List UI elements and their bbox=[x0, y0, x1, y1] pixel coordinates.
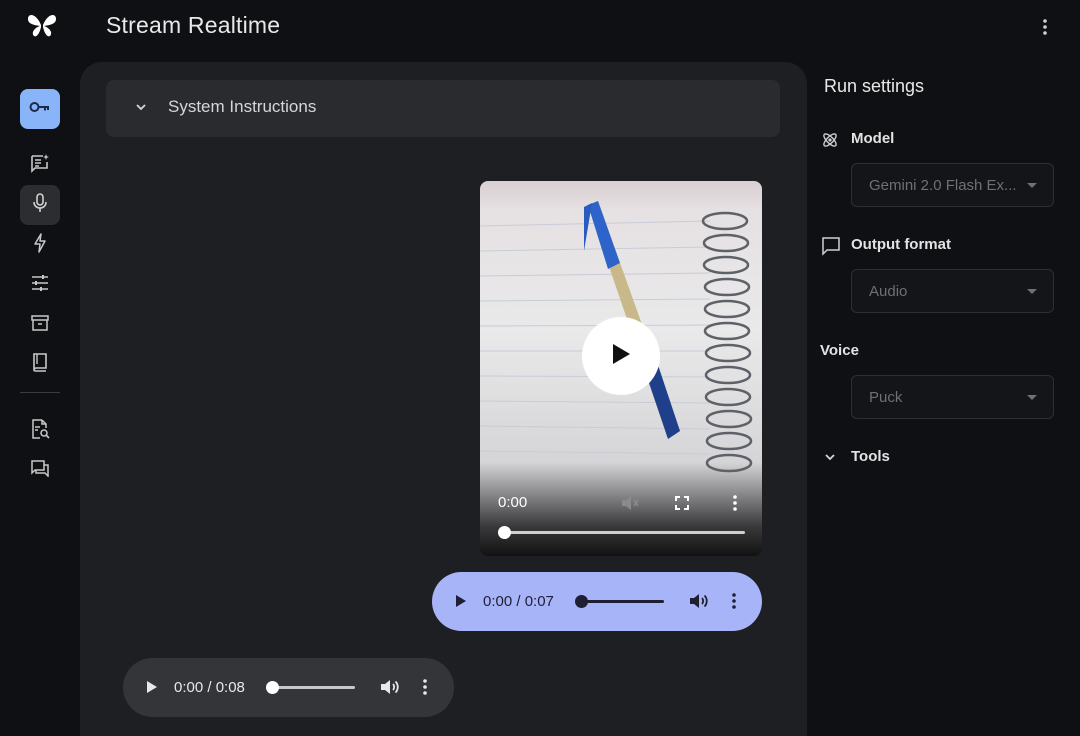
top-bar: Stream Realtime bbox=[0, 0, 1080, 56]
sidebar-item-api-key[interactable] bbox=[20, 89, 60, 129]
chevron-down-icon[interactable] bbox=[823, 450, 837, 469]
system-instructions-label: System Instructions bbox=[168, 97, 317, 116]
video-seek-bar[interactable] bbox=[502, 531, 745, 534]
bolt-icon bbox=[33, 232, 47, 258]
volume-muted-icon[interactable] bbox=[620, 494, 640, 517]
more-vert-icon[interactable] bbox=[1034, 16, 1056, 38]
model-atom-icon bbox=[821, 131, 839, 154]
output-format-select-value: Audio bbox=[869, 283, 908, 300]
sidebar-item-doc-search[interactable] bbox=[20, 411, 60, 451]
voice-select[interactable]: Puck bbox=[851, 375, 1054, 419]
model-audio-seek-knob[interactable] bbox=[266, 681, 279, 694]
sidebar-item-docs[interactable] bbox=[20, 344, 60, 384]
run-settings-title: Run settings bbox=[824, 76, 925, 96]
forum-icon bbox=[30, 459, 50, 482]
video-time: 0:00 bbox=[498, 494, 528, 511]
volume-icon[interactable] bbox=[688, 591, 710, 616]
model-select-value: Gemini 2.0 Flash Ex... bbox=[869, 177, 1017, 194]
user-audio-seek-knob[interactable] bbox=[575, 595, 588, 608]
model-select[interactable]: Gemini 2.0 Flash Ex... bbox=[851, 163, 1054, 207]
book-icon bbox=[32, 352, 48, 377]
play-icon[interactable] bbox=[145, 679, 159, 700]
video-player[interactable]: 0:00 bbox=[480, 181, 762, 556]
left-sidebar bbox=[0, 60, 80, 736]
chat-panel: System Instructions 0:00 0:00 / 0:07 0:0… bbox=[80, 62, 807, 736]
tune-icon bbox=[30, 274, 50, 297]
dropdown-arrow-icon bbox=[1027, 289, 1037, 294]
sidebar-item-forum[interactable] bbox=[20, 450, 60, 490]
archive-icon bbox=[31, 314, 49, 336]
model-audio-time: 0:00 / 0:08 bbox=[174, 679, 245, 696]
chat-bubble-icon bbox=[821, 236, 841, 261]
mic-icon bbox=[32, 192, 48, 218]
video-more-icon[interactable] bbox=[730, 494, 740, 517]
run-settings-panel: Run settings Model Gemini 2.0 Flash Ex..… bbox=[807, 62, 1080, 736]
chevron-down-icon bbox=[134, 100, 148, 119]
voice-select-value: Puck bbox=[869, 389, 903, 406]
user-audio-time: 0:00 / 0:07 bbox=[483, 593, 554, 610]
model-audio-seek-bar[interactable] bbox=[271, 686, 355, 689]
app-title: Stream Realtime bbox=[106, 12, 281, 38]
model-audio-player[interactable]: 0:00 / 0:08 bbox=[123, 658, 454, 717]
system-instructions-panel[interactable]: System Instructions bbox=[106, 80, 780, 137]
output-format-label: Output format bbox=[851, 236, 951, 253]
butterfly-logo-icon[interactable] bbox=[26, 11, 58, 39]
dropdown-arrow-icon bbox=[1027, 395, 1037, 400]
video-play-button[interactable] bbox=[582, 317, 660, 395]
user-audio-player[interactable]: 0:00 / 0:07 bbox=[432, 572, 762, 631]
more-vert-icon[interactable] bbox=[420, 677, 430, 702]
volume-icon[interactable] bbox=[379, 677, 401, 702]
sidebar-item-tune[interactable] bbox=[20, 265, 60, 305]
output-format-select[interactable]: Audio bbox=[851, 269, 1054, 313]
new-chat-icon bbox=[30, 153, 50, 178]
sidebar-item-starter-apps[interactable] bbox=[20, 225, 60, 265]
fullscreen-icon[interactable] bbox=[674, 495, 690, 516]
sidebar-item-stream-realtime[interactable] bbox=[20, 185, 60, 225]
play-icon bbox=[610, 342, 632, 371]
key-icon bbox=[29, 100, 51, 119]
tools-label[interactable]: Tools bbox=[851, 448, 890, 465]
video-seek-knob[interactable] bbox=[498, 526, 511, 539]
doc-search-icon bbox=[30, 418, 50, 444]
model-label: Model bbox=[851, 130, 895, 147]
more-vert-icon[interactable] bbox=[729, 591, 739, 616]
sidebar-item-new-prompt[interactable] bbox=[20, 145, 60, 185]
voice-label: Voice bbox=[820, 342, 859, 359]
user-audio-seek-bar[interactable] bbox=[580, 600, 664, 603]
dropdown-arrow-icon bbox=[1027, 183, 1037, 188]
sidebar-item-library[interactable] bbox=[20, 305, 60, 345]
sidebar-divider bbox=[20, 392, 60, 393]
play-icon[interactable] bbox=[454, 593, 468, 614]
